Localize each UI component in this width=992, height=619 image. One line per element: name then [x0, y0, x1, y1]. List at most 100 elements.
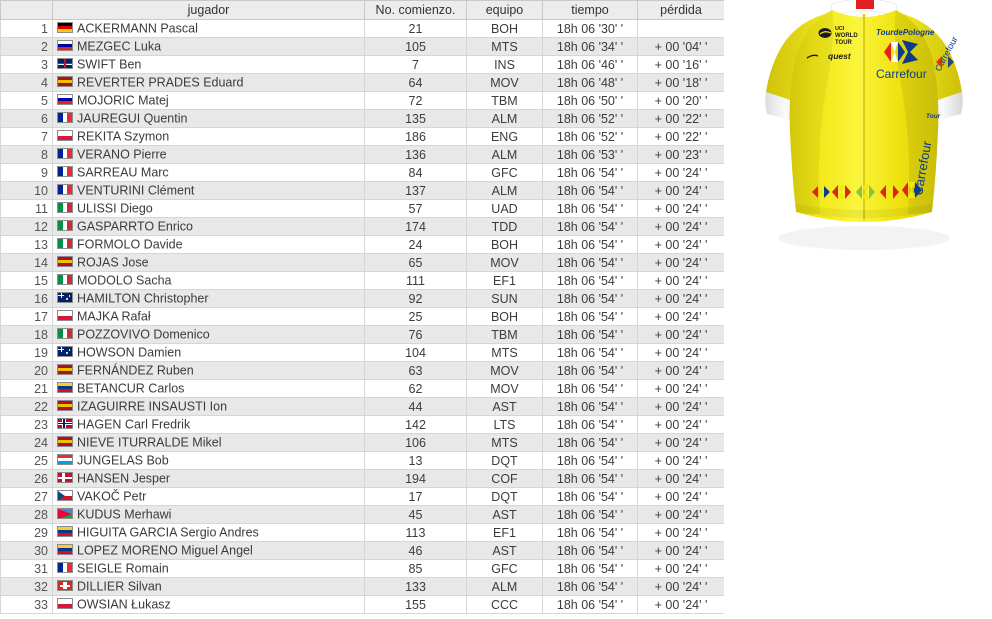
cell-player[interactable]: GASPARRTO Enrico [52, 217, 365, 236]
player-name: HOWSON Damien [77, 345, 182, 360]
cell-player[interactable]: NIEVE ITURRALDE Mikel [52, 433, 365, 452]
cell-bib: 136 [364, 145, 467, 164]
table-row[interactable]: 1 ACKERMANN Pascal 21 BOH 18h 06 '30' ' [0, 19, 724, 38]
column-header-team[interactable]: equipo [466, 0, 543, 20]
svg-text:UCI: UCI [835, 26, 845, 32]
cell-player[interactable]: ROJAS Jose [52, 253, 365, 272]
cell-player[interactable]: VERANO Pierre [52, 145, 365, 164]
table-row[interactable]: 19 HOWSON Damien 104 MTS 18h 06 '54' ' + 00 '… [0, 343, 724, 362]
cell-player[interactable]: SEIGLE Romain [52, 559, 365, 578]
table-row[interactable]: 33 OWSIAN Łukasz 155 CCC 18h 06 '54' ' + 00 '… [0, 595, 724, 614]
cell-rank: 26 [0, 469, 53, 488]
column-header-player[interactable]: jugador [52, 0, 365, 20]
table-row[interactable]: 13 FORMOLO Davide 24 BOH 18h 06 '54' ' + 00 '… [0, 235, 724, 254]
table-row[interactable]: 4 REVERTER PRADES Eduard 64 MOV 18h 06 '48' … [0, 73, 724, 92]
table-row[interactable]: 23 HAGEN Carl Fredrik 142 LTS 18h 06 '54' ' +… [0, 415, 724, 434]
cell-player[interactable]: HIGUITA GARCIA Sergio Andres [52, 523, 365, 542]
table-row[interactable]: 26 HANSEN Jesper 194 COF 18h 06 '54' ' + 00 '… [0, 469, 724, 488]
cell-player[interactable]: ULISSI Diego [52, 199, 365, 218]
table-row[interactable]: 31 SEIGLE Romain 85 GFC 18h 06 '54' ' + 00 '2… [0, 559, 724, 578]
cell-player[interactable]: VENTURINI Clément [52, 181, 365, 200]
cell-player[interactable]: VAKOČ Petr [52, 487, 365, 506]
table-row[interactable]: 8 VERANO Pierre 136 ALM 18h 06 '53' ' + 00 '2… [0, 145, 724, 164]
cell-rank: 25 [0, 451, 53, 470]
cell-time: 18h 06 '54' ' [542, 217, 638, 236]
cell-gap: + 00 '24' ' [637, 595, 724, 614]
table-row[interactable]: 10 VENTURINI Clément 137 ALM 18h 06 '54' ' + … [0, 181, 724, 200]
player-name: HAGEN Carl Fredrik [77, 417, 191, 432]
table-row[interactable]: 32 DILLIER Silvan 133 ALM 18h 06 '54' ' + 00 … [0, 577, 724, 596]
cell-player[interactable]: DILLIER Silvan [52, 577, 365, 596]
jersey-shadow [778, 226, 950, 250]
table-row[interactable]: 22 IZAGUIRRE INSAUSTI Ion 44 AST 18h 06 '54'… [0, 397, 724, 416]
cell-player[interactable]: KUDUS Merhawi [52, 505, 365, 524]
table-row[interactable]: 7 REKITA Szymon 186 ENG 18h 06 '52' ' + 00 '2… [0, 127, 724, 146]
table-row[interactable]: 28 KUDUS Merhawi 45 AST 18h 06 '54' ' + 00 '2… [0, 505, 724, 524]
table-row[interactable]: 20 FERNÁNDEZ Ruben 63 MOV 18h 06 '54' ' + 00 … [0, 361, 724, 380]
cell-team: ALM [466, 577, 543, 596]
cell-player[interactable]: IZAGUIRRE INSAUSTI Ion [52, 397, 365, 416]
table-row[interactable]: 14 ROJAS Jose 65 MOV 18h 06 '54' ' + 00 '24' … [0, 253, 724, 272]
cell-gap: + 00 '20' ' [637, 91, 724, 110]
table-row[interactable]: 2 MEZGEC Luka 105 MTS 18h 06 '34' ' + 00 '04'… [0, 37, 724, 56]
cell-player[interactable]: JUNGELAS Bob [52, 451, 365, 470]
player-name: FERNÁNDEZ Ruben [77, 363, 194, 378]
table-row[interactable]: 6 JAUREGUI Quentin 135 ALM 18h 06 '52' ' + 00… [0, 109, 724, 128]
cell-player[interactable]: SWIFT Ben [52, 55, 365, 74]
cell-player[interactable]: REVERTER PRADES Eduard [52, 73, 365, 92]
cell-time: 18h 06 '54' ' [542, 577, 638, 596]
cell-team: TBM [466, 325, 543, 344]
table-row[interactable]: 12 GASPARRTO Enrico 174 TDD 18h 06 '54' ' + 0… [0, 217, 724, 236]
table-row[interactable]: 24 NIEVE ITURRALDE Mikel 106 MTS 18h 06 '54'… [0, 433, 724, 452]
flag-icon-pl [57, 130, 73, 142]
cell-player[interactable]: SARREAU Marc [52, 163, 365, 182]
table-row[interactable]: 16 HAMILTON Christopher 92 SUN 18h 06 '54' '… [0, 289, 724, 308]
cell-player[interactable]: MEZGEC Luka [52, 37, 365, 56]
cell-player[interactable]: LOPEZ MORENO Miguel Angel [52, 541, 365, 560]
cell-time: 18h 06 '54' ' [542, 235, 638, 254]
cell-player[interactable]: JAUREGUI Quentin [52, 109, 365, 128]
column-header-bib[interactable]: No. comienzo. [364, 0, 467, 20]
cell-bib: 155 [364, 595, 467, 614]
table-row[interactable]: 21 BETANCUR Carlos 62 MOV 18h 06 '54' ' + 00 … [0, 379, 724, 398]
cell-player[interactable]: HAMILTON Christopher [52, 289, 365, 308]
column-header-gap[interactable]: pérdida [637, 0, 724, 20]
flag-icon-co [57, 544, 73, 556]
table-row[interactable]: 25 JUNGELAS Bob 13 DQT 18h 06 '54' ' + 00 '24… [0, 451, 724, 470]
table-row[interactable]: 27 VAKOČ Petr 17 DQT 18h 06 '54' ' + 00 '24' … [0, 487, 724, 506]
cell-player[interactable]: MAJKA Rafał [52, 307, 365, 326]
flag-icon-fr [57, 112, 73, 124]
cell-player[interactable]: HANSEN Jesper [52, 469, 365, 488]
cell-time: 18h 06 '54' ' [542, 541, 638, 560]
flag-icon-dk [57, 472, 73, 484]
column-header-rank[interactable] [0, 0, 53, 20]
cell-time: 18h 06 '50' ' [542, 91, 638, 110]
table-row[interactable]: 3 SWIFT Ben 7 INS 18h 06 '46' ' + 00 '16' ' [0, 55, 724, 74]
cell-player[interactable]: REKITA Szymon [52, 127, 365, 146]
cell-player[interactable]: OWSIAN Łukasz [52, 595, 365, 614]
cell-time: 18h 06 '53' ' [542, 145, 638, 164]
table-row[interactable]: 15 MODOLO Sacha 111 EF1 18h 06 '54' ' + 00 '2… [0, 271, 724, 290]
cell-player[interactable]: BETANCUR Carlos [52, 379, 365, 398]
cell-player[interactable]: HAGEN Carl Fredrik [52, 415, 365, 434]
table-row[interactable]: 17 MAJKA Rafał 25 BOH 18h 06 '54' ' + 00 '24'… [0, 307, 724, 326]
column-header-time[interactable]: tiempo [542, 0, 638, 20]
player-name: BETANCUR Carlos [77, 381, 185, 396]
table-row[interactable]: 30 LOPEZ MORENO Miguel Angel 46 AST 18h 06 '… [0, 541, 724, 560]
cell-player[interactable]: HOWSON Damien [52, 343, 365, 362]
cell-player[interactable]: ACKERMANN Pascal [52, 19, 365, 38]
cell-player[interactable]: FERNÁNDEZ Ruben [52, 361, 365, 380]
table-row[interactable]: 11 ULISSI Diego 57 UAD 18h 06 '54' ' + 00 '24… [0, 199, 724, 218]
table-row[interactable]: 29 HIGUITA GARCIA Sergio Andres 113 EF1 18h … [0, 523, 724, 542]
table-row[interactable]: 18 POZZOVIVO Domenico 76 TBM 18h 06 '54' ' + … [0, 325, 724, 344]
cell-player[interactable]: MODOLO Sacha [52, 271, 365, 290]
table-row[interactable]: 5 MOJORIC Matej 72 TBM 18h 06 '50' ' + 00 '20… [0, 91, 724, 110]
cell-player[interactable]: FORMOLO Davide [52, 235, 365, 254]
cell-player[interactable]: MOJORIC Matej [52, 91, 365, 110]
player-name: LOPEZ MORENO Miguel Angel [77, 543, 253, 558]
results-page: jugador No. comienzo. equipo tiempo pérd… [0, 0, 992, 619]
cell-rank: 6 [0, 109, 53, 128]
cell-player[interactable]: POZZOVIVO Domenico [52, 325, 365, 344]
cell-team: MTS [466, 433, 543, 452]
table-row[interactable]: 9 SARREAU Marc 84 GFC 18h 06 '54' ' + 00 '24'… [0, 163, 724, 182]
